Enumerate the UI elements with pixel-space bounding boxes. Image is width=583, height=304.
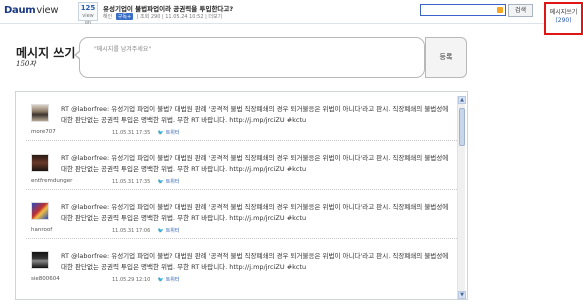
view-count-label: view on: [82, 13, 94, 26]
item-date: 11.05.31 17:06: [112, 228, 151, 234]
divider: [26, 238, 459, 239]
write-message-button[interactable]: 메시지쓰기 (290): [544, 2, 583, 35]
scroll-thumb[interactable]: [459, 108, 465, 146]
author-name[interactable]: sie800604: [31, 276, 60, 282]
search-button[interactable]: 검색: [508, 4, 533, 17]
item-date: 11.05.29 12:10: [112, 277, 151, 283]
meta-details: | 조회 290 | 11.05.24 10:52 | 더보기: [136, 14, 223, 20]
chevron-up-icon[interactable]: ▲: [458, 96, 466, 104]
author-name[interactable]: hanroof: [31, 227, 52, 233]
source-link[interactable]: 트위터: [166, 228, 180, 234]
author-name[interactable]: entfremdunger: [31, 178, 72, 184]
character-limit: 150자: [16, 60, 36, 68]
source-link[interactable]: 트위터: [166, 179, 180, 185]
feed-scrollbar[interactable]: ▲ ▼: [457, 96, 466, 299]
daum-view-logo[interactable]: Daumview: [4, 5, 59, 16]
avatar[interactable]: [31, 104, 49, 122]
chevron-down-icon[interactable]: ▼: [458, 291, 466, 299]
article-meta: 해인 구독+ | 조회 290 | 11.05.24 10:52 | 더보기: [103, 13, 222, 20]
avatar[interactable]: [31, 251, 49, 269]
message-text: RT @laborfree: 유성기업 파업이 불법? 대법원 판례 '공격적 …: [61, 252, 449, 271]
source-link[interactable]: 트위터: [166, 130, 180, 136]
item-meta: 11.05.31 17:06 🐦 트위터: [112, 227, 180, 234]
author-name[interactable]: 해인: [103, 14, 112, 20]
item-date: 11.05.31 17:35: [112, 179, 151, 185]
divider: [26, 140, 459, 141]
twitter-bird-icon: 🐦: [157, 130, 165, 136]
subscribe-badge[interactable]: 구독+: [115, 13, 134, 20]
view-count: 125: [80, 4, 96, 12]
top-bar: Daumview 125 view on 유성기업이 불법파업이라 공권력을 투…: [0, 0, 583, 26]
source-link[interactable]: 트위터: [166, 277, 180, 283]
message-textarea[interactable]: "메시지를 남겨주세요": [74, 37, 425, 78]
divider: [26, 189, 459, 190]
article-headline[interactable]: 유성기업이 불법파업이라 공권력을 투입한다고?: [103, 3, 233, 13]
submit-button[interactable]: 등록: [425, 37, 467, 78]
write-message-label: 메시지쓰기: [549, 9, 578, 16]
message-text: RT @laborfree: 유성기업 파업이 불법? 대법원 판례 '공격적 …: [61, 203, 449, 222]
item-meta: 11.05.29 12:10 🐦 트위터: [112, 276, 180, 283]
author-name[interactable]: more707: [31, 129, 56, 135]
message-feed: more707 RT @laborfree: 유성기업 파업이 불법? 대법원 …: [15, 91, 468, 300]
logo-view: view: [36, 5, 59, 16]
twitter-bird-icon: 🐦: [157, 228, 165, 234]
message-placeholder: "메시지를 남겨주세요": [94, 46, 152, 53]
message-count: (290): [555, 17, 572, 24]
message-text: RT @laborfree: 유성기업 파업이 불법? 대법원 판례 '공격적 …: [61, 105, 449, 124]
search-input[interactable]: [420, 4, 506, 16]
search-icon: [497, 7, 503, 13]
avatar[interactable]: [31, 154, 49, 172]
twitter-bird-icon: 🐦: [157, 277, 165, 283]
logo-daum: Daum: [4, 5, 36, 16]
avatar[interactable]: [31, 202, 49, 220]
twitter-bird-icon: 🐦: [157, 179, 165, 185]
message-text: RT @laborfree: 유성기업 파업이 불법? 대법원 판례 '공격적 …: [61, 154, 449, 173]
view-count-box[interactable]: 125 view on: [78, 2, 98, 26]
item-meta: 11.05.31 17:35 🐦 트위터: [112, 129, 180, 136]
item-date: 11.05.31 17:35: [112, 130, 151, 136]
item-meta: 11.05.31 17:35 🐦 트위터: [112, 178, 180, 185]
